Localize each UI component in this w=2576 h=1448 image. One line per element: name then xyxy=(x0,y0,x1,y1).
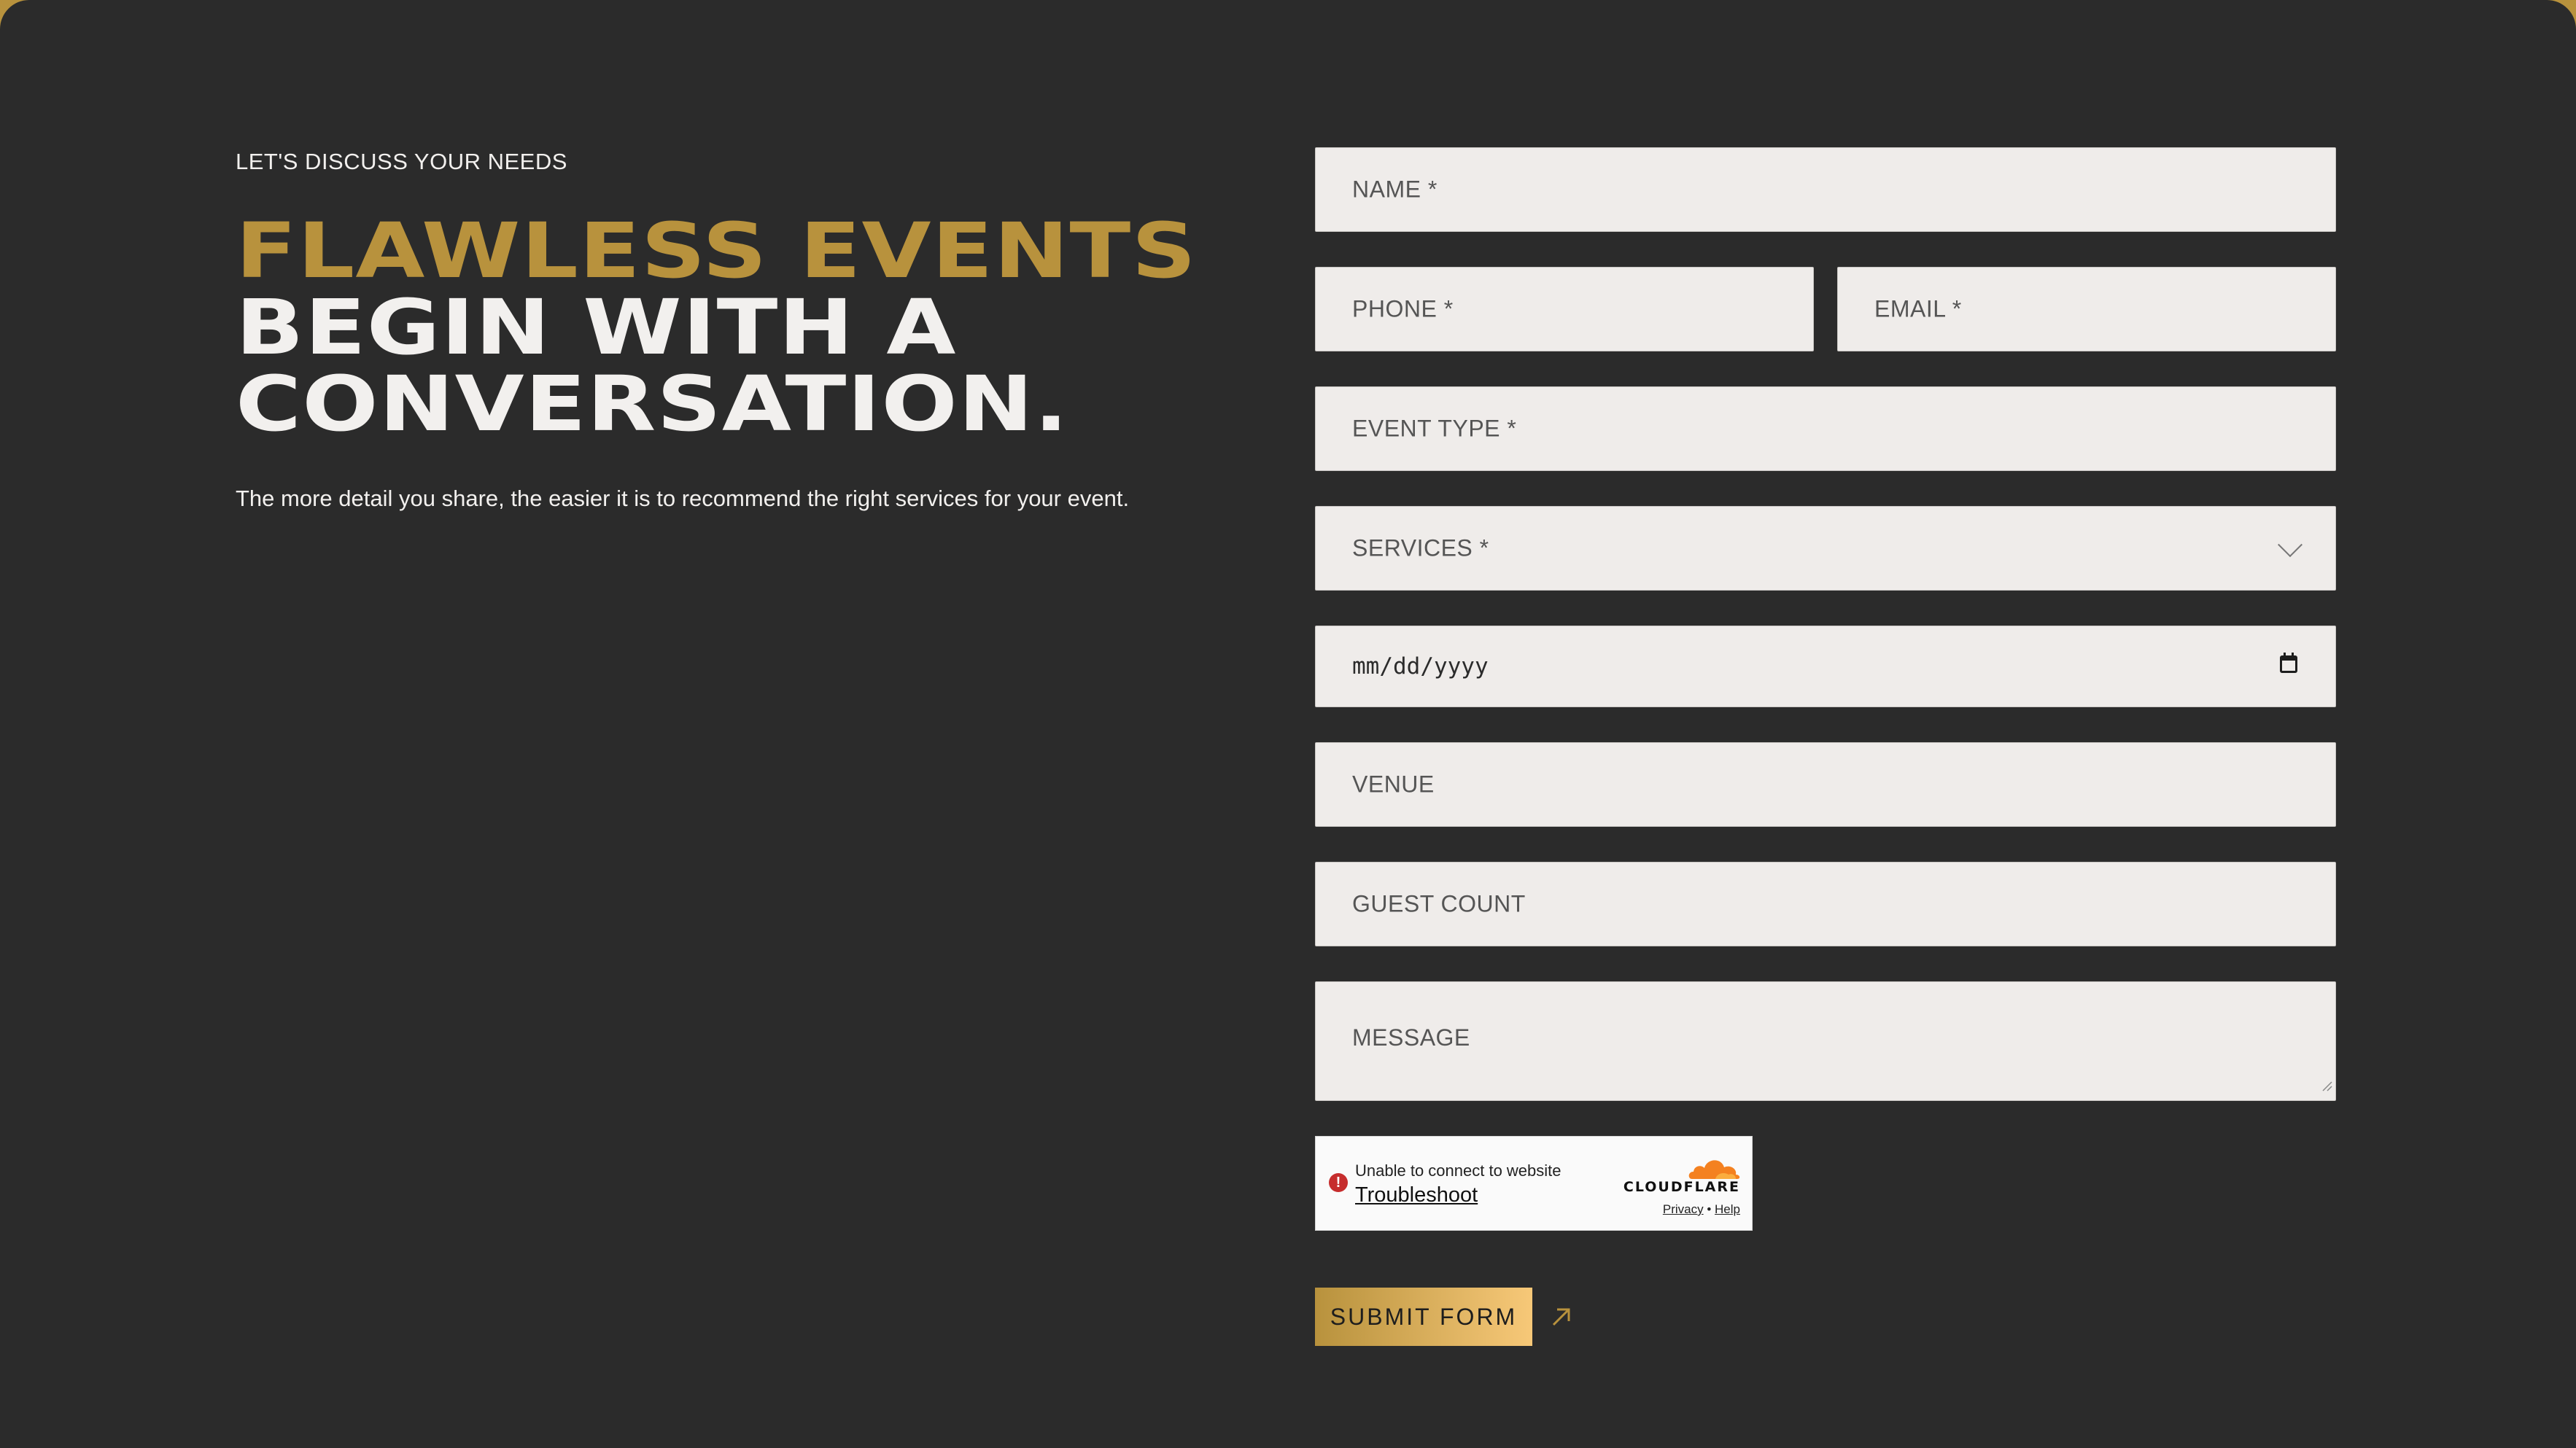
name-placeholder: NAME * xyxy=(1352,176,1438,203)
lead-paragraph: The more detail you share, the easier it… xyxy=(236,486,1130,511)
headline-line-1: FLAWLESS EVENTS xyxy=(236,206,1198,295)
message-textarea[interactable]: MESSAGE xyxy=(1315,981,2336,1101)
email-placeholder: EMAIL * xyxy=(1874,295,1962,322)
troubleshoot-link[interactable]: Troubleshoot xyxy=(1355,1183,1478,1207)
submit-button[interactable]: SUBMIT FORM xyxy=(1315,1288,1532,1346)
guest-count-placeholder: GUEST COUNT xyxy=(1352,890,1526,917)
services-placeholder: SERVICES * xyxy=(1352,534,1489,561)
phone-input[interactable]: PHONE * xyxy=(1315,267,1814,351)
headline-line-2: BEGIN WITH A xyxy=(236,283,957,372)
resize-handle-icon[interactable] xyxy=(2321,1070,2332,1097)
event-type-input[interactable]: EVENT TYPE * xyxy=(1315,386,2336,471)
cloudflare-logo: CLOUDFLARE xyxy=(1623,1179,1740,1195)
guest-count-input[interactable]: GUEST COUNT xyxy=(1315,862,2336,946)
captcha-links: Privacy • Help xyxy=(1663,1202,1740,1217)
name-input[interactable]: NAME * xyxy=(1315,147,2336,232)
date-placeholder: mm/dd/yyyy xyxy=(1352,653,1489,680)
venue-input[interactable]: VENUE xyxy=(1315,742,2336,827)
event-date-input[interactable]: mm/dd/yyyy xyxy=(1315,626,2336,707)
eyebrow-text: LET'S DISCUSS YOUR NEEDS xyxy=(236,149,567,174)
venue-placeholder: VENUE xyxy=(1352,771,1435,798)
headline-line-3: CONVERSATION. xyxy=(236,359,1069,448)
message-placeholder: MESSAGE xyxy=(1352,1024,1470,1051)
services-select[interactable]: SERVICES * xyxy=(1315,506,2336,591)
page-headline: FLAWLESS EVENTS BEGIN WITH A CONVERSATIO… xyxy=(236,213,1197,443)
calendar-icon[interactable] xyxy=(2278,653,2299,680)
privacy-link[interactable]: Privacy xyxy=(1663,1202,1704,1216)
help-link[interactable]: Help xyxy=(1715,1202,1740,1216)
chevron-down-icon xyxy=(2278,532,2303,558)
phone-placeholder: PHONE * xyxy=(1352,295,1454,322)
link-separator: • xyxy=(1707,1202,1712,1216)
captcha-widget: ! Unable to connect to website Troublesh… xyxy=(1315,1136,1753,1231)
captcha-message: Unable to connect to website xyxy=(1355,1161,1561,1180)
contact-section: LET'S DISCUSS YOUR NEEDS FLAWLESS EVENTS… xyxy=(0,0,2576,1448)
event-type-placeholder: EVENT TYPE * xyxy=(1352,415,1517,442)
arrow-up-right-icon xyxy=(1551,1306,1572,1331)
email-input[interactable]: EMAIL * xyxy=(1837,267,2336,351)
error-icon: ! xyxy=(1329,1173,1348,1192)
